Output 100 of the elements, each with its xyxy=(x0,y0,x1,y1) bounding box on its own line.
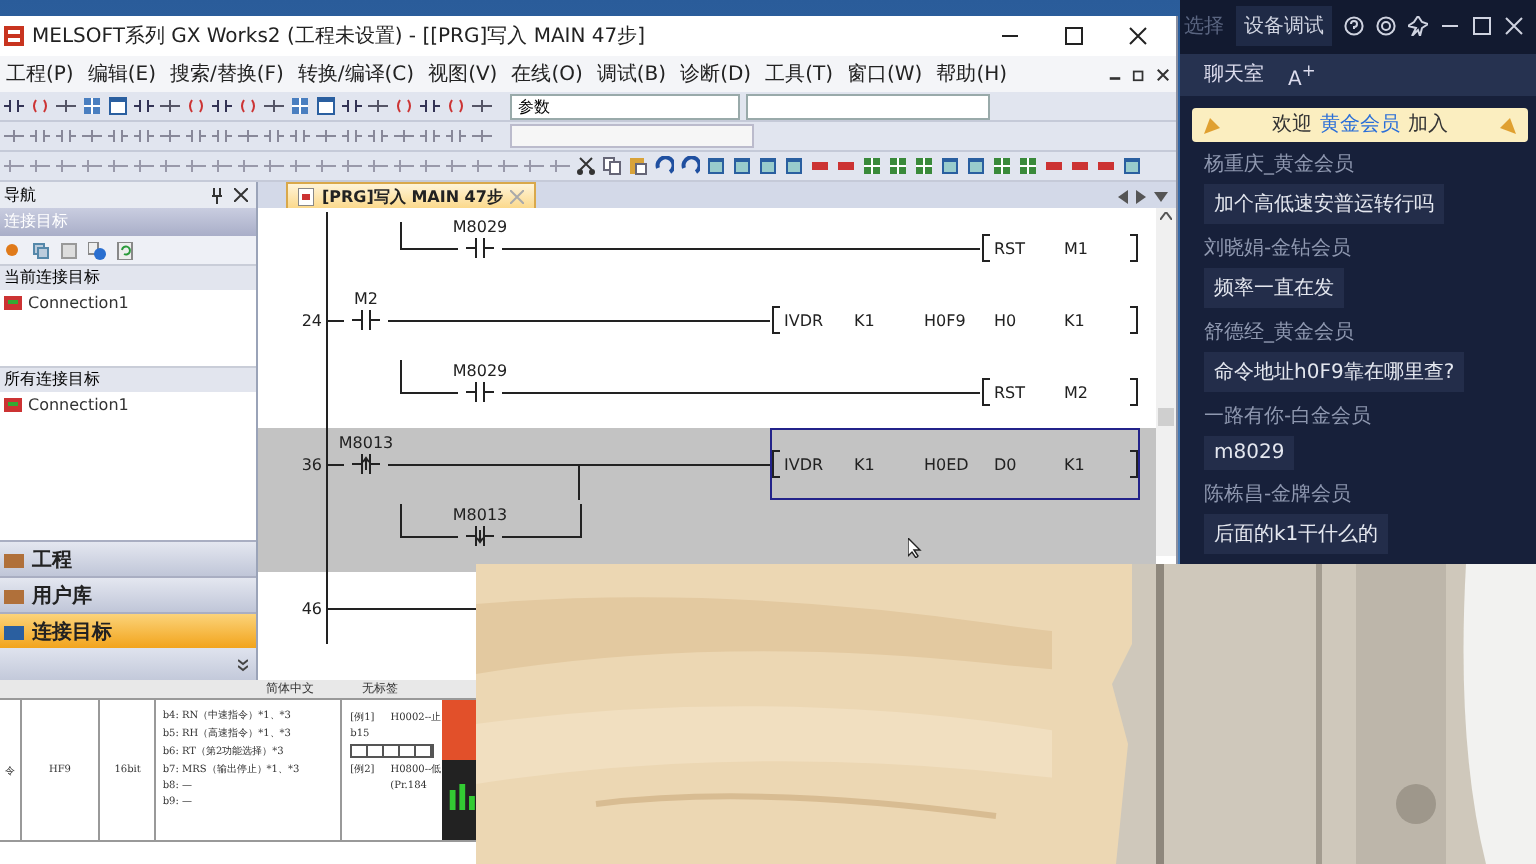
line-icon[interactable] xyxy=(368,96,388,116)
user-name: 一路有你-白金会员 xyxy=(1204,404,1372,430)
contact-icon[interactable] xyxy=(420,96,440,116)
maximize-icon[interactable] xyxy=(1064,26,1084,46)
menu-item[interactable]: 调试(B) xyxy=(596,60,667,88)
info-icon[interactable] xyxy=(88,241,106,259)
chat-title: 聊天室 xyxy=(1204,61,1264,89)
window-icon[interactable] xyxy=(108,96,128,116)
navigation-tab[interactable]: 工程 xyxy=(0,540,256,576)
chevron-icon[interactable] xyxy=(238,657,248,671)
menu-item[interactable]: 编辑(E) xyxy=(87,60,156,88)
copy-icon[interactable] xyxy=(602,156,622,176)
menu-item[interactable]: 在线(O) xyxy=(511,60,583,88)
menu-item[interactable]: 诊断(D) xyxy=(680,60,752,88)
line-icon[interactable] xyxy=(394,126,414,146)
message-bubble: 命令地址h0F9靠在哪里查? xyxy=(1204,352,1465,392)
panel-title: 导航 xyxy=(4,184,38,206)
instruction[interactable]: RST M1 xyxy=(980,212,1140,284)
contact-symbol[interactable] xyxy=(352,310,380,330)
message-bubble: m8029 xyxy=(1204,436,1295,470)
cut-icon[interactable] xyxy=(576,156,596,176)
connection-item[interactable]: Connection1 xyxy=(28,396,129,414)
contact-icon[interactable] xyxy=(4,96,24,116)
navigation-tab[interactable]: 连接目标 xyxy=(0,612,256,648)
coil-icon[interactable] xyxy=(394,96,414,116)
grid-icon[interactable] xyxy=(290,96,310,116)
list-header: 当前连接目标 xyxy=(0,264,256,290)
menu-item[interactable]: 窗口(W) xyxy=(847,60,923,88)
editor-tab[interactable]: [PRG]写入 MAIN 47步 xyxy=(286,182,537,208)
step-number: 46 xyxy=(299,599,324,617)
connection-icon[interactable] xyxy=(4,241,22,259)
step-number: 36 xyxy=(299,455,324,473)
copy-icon[interactable] xyxy=(32,241,50,259)
scroll-up-icon[interactable] xyxy=(1160,212,1172,220)
line-icon[interactable] xyxy=(472,126,492,146)
document-icon[interactable] xyxy=(60,241,78,259)
paste-icon[interactable] xyxy=(628,156,648,176)
close-icon[interactable] xyxy=(234,188,248,202)
menu-item[interactable]: 视图(V) xyxy=(428,60,498,88)
member-level: 黄金会员 xyxy=(1320,111,1400,139)
line-icon[interactable] xyxy=(238,126,258,146)
input-field[interactable] xyxy=(510,124,754,148)
close-icon[interactable] xyxy=(1156,67,1170,81)
line-icon[interactable] xyxy=(56,96,76,116)
line-icon[interactable] xyxy=(160,96,180,116)
grid-icon[interactable] xyxy=(862,156,882,176)
grid-icon[interactable] xyxy=(82,96,102,116)
connection-item[interactable]: Connection1 xyxy=(28,294,129,312)
user-name: 杨重庆_黄金会员 xyxy=(1204,151,1354,178)
scroll-right-icon[interactable] xyxy=(1136,189,1146,203)
settings-icon[interactable] xyxy=(1376,16,1396,37)
font-size-button[interactable]: A$^{+}$ xyxy=(1288,59,1316,90)
contact-icon[interactable] xyxy=(134,96,154,116)
scroll-left-icon[interactable] xyxy=(1118,189,1128,203)
falling-contact-symbol[interactable] xyxy=(466,526,494,546)
scrollbar[interactable] xyxy=(1156,208,1176,556)
line-icon[interactable] xyxy=(82,126,102,146)
instruction[interactable]: IVDR K1 H0F9 H0 K1 xyxy=(770,284,1140,356)
search-combo[interactable]: 参数 xyxy=(510,93,740,119)
device-debug-button[interactable]: 设备调试 xyxy=(1236,6,1332,47)
coil-icon[interactable] xyxy=(186,96,206,116)
contact-symbol[interactable] xyxy=(466,382,494,402)
line-icon[interactable] xyxy=(4,126,24,146)
line-icon[interactable] xyxy=(316,126,336,146)
message-bubble: 频率一直在发 xyxy=(1204,268,1344,308)
window-icon[interactable] xyxy=(316,96,336,116)
coil-icon[interactable] xyxy=(446,96,466,116)
instruction[interactable]: RST M2 xyxy=(980,356,1140,428)
refresh-icon[interactable] xyxy=(116,241,134,259)
grid-icon[interactable] xyxy=(1018,156,1038,176)
contact-symbol[interactable] xyxy=(466,238,494,258)
dropdown-field[interactable] xyxy=(746,93,990,119)
line-icon[interactable] xyxy=(472,96,492,116)
menu-item[interactable]: 搜索/替换(F) xyxy=(169,60,284,88)
window-icon[interactable] xyxy=(1122,156,1142,176)
menu-item[interactable]: 工程(P) xyxy=(6,60,74,88)
scroll-thumb[interactable] xyxy=(1158,408,1174,426)
plc-icon xyxy=(4,396,22,414)
instruction[interactable]: IVDR K1 H0ED D0 K1 xyxy=(770,428,1140,500)
dropdown-icon[interactable] xyxy=(1154,191,1168,201)
menu-item[interactable]: 工具(T) xyxy=(765,60,834,88)
menu-item[interactable]: 帮助(H) xyxy=(936,60,1008,88)
close-icon[interactable] xyxy=(1128,26,1148,46)
help-icon[interactable] xyxy=(1344,16,1364,37)
contact-icon[interactable] xyxy=(342,96,362,116)
navigation-tab[interactable]: 用户库 xyxy=(0,576,256,612)
grid-icon[interactable] xyxy=(914,156,934,176)
grid-icon[interactable] xyxy=(888,156,908,176)
rising-contact-symbol[interactable] xyxy=(352,454,380,474)
coil-icon[interactable] xyxy=(238,96,258,116)
line-icon[interactable] xyxy=(264,96,284,116)
restore-icon[interactable] xyxy=(1132,67,1146,81)
menu-item[interactable]: 转换/编译(C) xyxy=(297,60,415,88)
coil-icon[interactable] xyxy=(30,96,50,116)
line-icon[interactable] xyxy=(160,126,180,146)
contact-icon[interactable] xyxy=(212,96,232,116)
grid-icon[interactable] xyxy=(992,156,1012,176)
device-label: M8013 xyxy=(452,506,508,524)
plc-icon xyxy=(4,294,22,312)
list-header: 所有连接目标 xyxy=(0,366,256,392)
